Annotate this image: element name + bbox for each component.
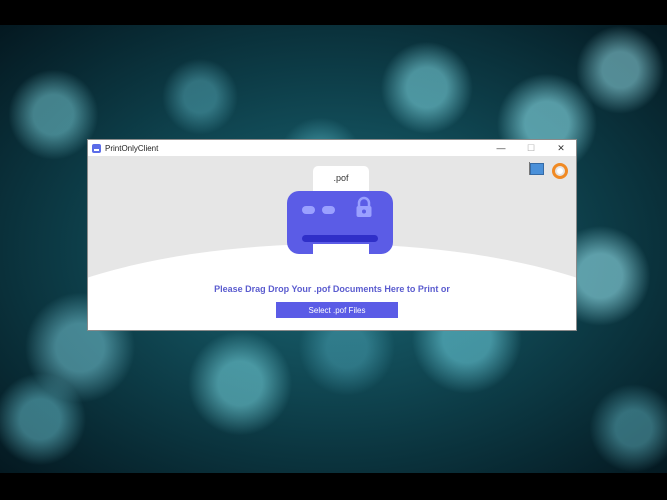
printer-light xyxy=(322,206,335,214)
help-icon[interactable] xyxy=(552,163,568,179)
printer-slot xyxy=(302,235,378,242)
paper-output xyxy=(313,244,369,272)
toolbar-icons xyxy=(529,162,568,179)
flag-icon[interactable] xyxy=(529,162,544,175)
drop-zone[interactable]: .pof Please Drag Drop Your .pof Document… xyxy=(88,156,576,330)
app-window: PrintOnlyClient — ☐ ✕ .pof Please Drag D… xyxy=(87,139,577,331)
drop-prompt: Please Drag Drop Your .pof Documents Her… xyxy=(214,284,450,294)
app-icon xyxy=(92,143,101,153)
close-button[interactable]: ✕ xyxy=(546,140,576,156)
title-bar[interactable]: PrintOnlyClient — ☐ ✕ xyxy=(88,140,576,156)
printer-light xyxy=(302,206,315,214)
select-files-button[interactable]: Select .pof Files xyxy=(276,302,398,318)
window-title: PrintOnlyClient xyxy=(105,143,159,153)
minimize-button[interactable]: — xyxy=(486,140,516,156)
maximize-button[interactable]: ☐ xyxy=(516,140,546,156)
lock-icon xyxy=(356,196,372,217)
